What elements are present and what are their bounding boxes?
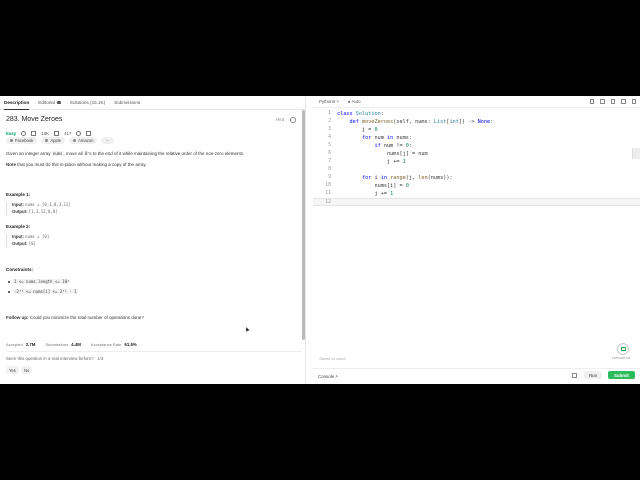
hint-button[interactable]: Hint [276, 117, 284, 122]
fullscreen-icon[interactable] [631, 99, 636, 104]
constraint-item: 1 <= nums.length <= 10⁴ [8, 279, 71, 284]
bookmark-icon[interactable] [589, 99, 594, 104]
problem-stats: Accepted 2.7M Submissions 4.4M Acceptance … [6, 342, 137, 347]
video-icon [56, 101, 61, 104]
editor-pane: Python3 ˅ ● Auto 1 class Solution: 2 def … [313, 96, 640, 384]
editor-scrollbar[interactable] [632, 148, 640, 159]
dislikes-count: 417 [64, 130, 72, 136]
example-2-title: Example 2: [6, 224, 31, 229]
no-button[interactable]: No [21, 366, 33, 374]
code-line: 7 j += 1 [328, 159, 406, 165]
editor-toolbar-actions [589, 99, 636, 104]
submit-button[interactable]: Submit [608, 371, 635, 379]
divider [6, 351, 302, 352]
check-circle-icon [21, 130, 27, 136]
reset-icon[interactable] [610, 99, 615, 104]
code-line: 10 nums[i] = 0 [325, 183, 409, 189]
follow-up: Follow up: Could you minimize the total … [6, 315, 144, 320]
tab-editorial[interactable]: Editorial [38, 96, 61, 110]
tab-solutions[interactable]: Solutions (15.1K) [70, 96, 105, 110]
interview-question-prompt: Seen this question in a real interview b… [6, 356, 104, 361]
code-line: 8 [328, 167, 331, 172]
problem-title[interactable]: 283. Move Zeroes [6, 116, 62, 123]
constraint-item: -2³¹ <= nums[i] <= 2³¹ - 1 [8, 289, 78, 294]
braces-icon[interactable] [600, 99, 605, 104]
stat-acceptance-rate: Acceptance Rate 61.5% [90, 342, 137, 347]
timer-icon[interactable] [290, 117, 296, 123]
apple-icon [45, 139, 49, 143]
autocomplete-toggle[interactable]: ● Auto [348, 99, 361, 104]
leetcode-app: Description Editorial Solutions (15.1K) … [0, 96, 640, 384]
example-2: Input: nums = [0] Output: [0] [6, 234, 96, 247]
settings-icon[interactable] [621, 99, 626, 104]
difficulty-badge: Easy [6, 130, 17, 136]
problem-tabs: Description Editorial Solutions (15.1K) … [0, 96, 305, 110]
code-line: 5 if num != 0: [328, 143, 412, 149]
chat-bot-label: Leetcode bot [612, 356, 631, 360]
stat-submissions: Submissions 4.4M [45, 342, 81, 347]
code-line: 11 j += 1 [325, 191, 394, 197]
run-button[interactable]: Run [584, 371, 603, 379]
likes-count: 16K [41, 130, 50, 136]
stat-accepted: Accepted 2.7M [6, 342, 36, 347]
company-tag-apple[interactable]: Apple [41, 137, 66, 145]
code-line-current: 12 [313, 198, 640, 206]
share-icon[interactable] [86, 130, 92, 136]
star-icon[interactable] [76, 130, 82, 136]
code-line: 4 for num in nums: [328, 135, 412, 141]
thumbs-down-icon[interactable] [54, 130, 60, 136]
code-line: 9 for i in range(j, len(nums)): [328, 175, 453, 181]
amazon-icon [73, 139, 77, 143]
layout-icon[interactable] [572, 373, 577, 378]
console-toggle[interactable]: Console ˄ [318, 374, 338, 379]
code-line: 3 j = 0 [328, 127, 378, 133]
tab-submissions[interactable]: Submissions [114, 96, 140, 110]
facebook-icon [10, 139, 13, 143]
code-line: 6 nums[j] = num [328, 151, 428, 157]
chat-icon [621, 347, 626, 351]
more-tags-button[interactable]: ··· [101, 137, 114, 145]
tab-description[interactable]: Description [4, 96, 30, 110]
problem-note: Note that you must do this in-place with… [6, 162, 147, 167]
company-tag-amazon[interactable]: Amazon [69, 137, 98, 145]
problem-pane: Description Editorial Solutions (15.1K) … [0, 96, 306, 384]
thumbs-up-icon[interactable] [31, 130, 37, 136]
mouse-cursor-icon [244, 326, 250, 332]
chat-bot-button[interactable] [617, 343, 629, 355]
code-line: 2 def moveZeroes(self, nums: List[int]) … [328, 119, 494, 125]
yes-button[interactable]: Yes [6, 366, 19, 374]
example-1-title: Example 1: [6, 192, 31, 197]
problem-meta: Easy 16K 417 [6, 129, 92, 137]
save-status: Saved to cloud [319, 356, 346, 361]
problem-scrollbar[interactable] [302, 110, 305, 340]
company-tags: Facebook Apple Amazon ··· [6, 137, 114, 145]
company-tag-facebook[interactable]: Facebook [6, 137, 38, 145]
code-editor[interactable]: 1 class Solution: 2 def moveZeroes(self, … [313, 110, 640, 206]
code-line: 1 class Solution: [328, 111, 384, 117]
problem-description: Given an integer array nums, move all 0'… [6, 151, 245, 156]
editor-toolbar: Python3 ˅ ● Auto [313, 96, 640, 108]
constraints-title: Constraints: [6, 267, 34, 272]
example-1: Input: nums = [0,1,0,3,12] Output: [1,3,… [6, 202, 96, 215]
language-select[interactable]: Python3 ˅ [319, 99, 339, 104]
